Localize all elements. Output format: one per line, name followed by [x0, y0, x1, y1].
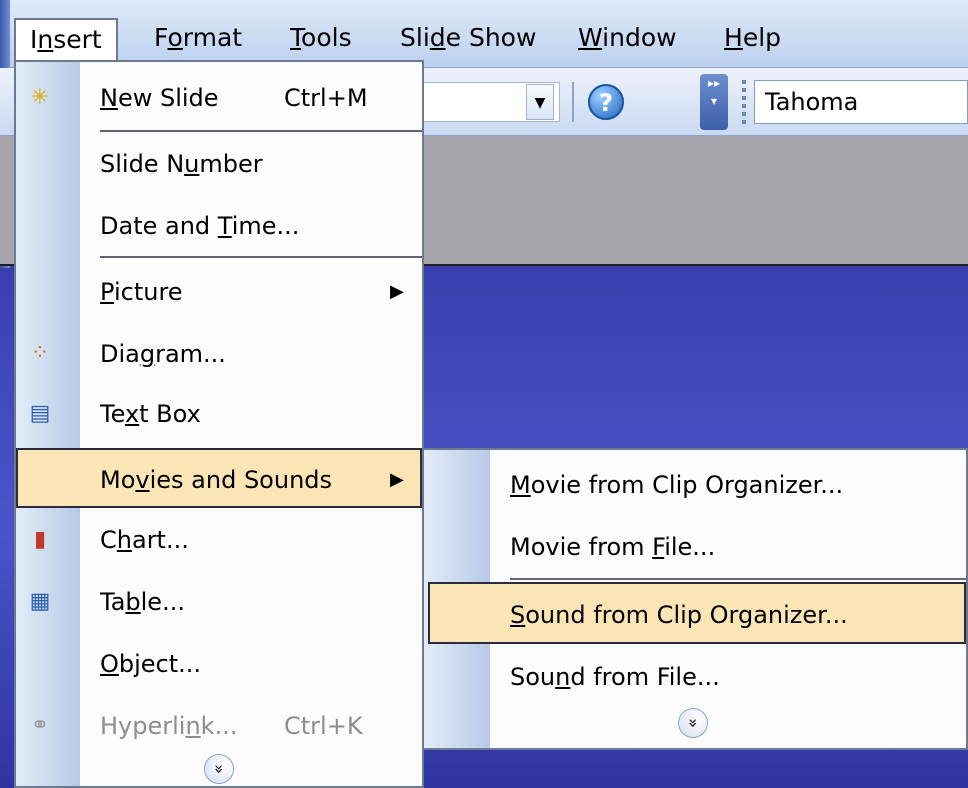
- hyperlink-icon: ⚭: [30, 713, 50, 738]
- menu-item-label: Object...: [100, 650, 202, 678]
- menu-insert[interactable]: Insert: [14, 18, 118, 62]
- submenu-arrow-icon: ▶: [390, 281, 404, 302]
- submenu-item-sound-from-clip-organizer[interactable]: Sound from Clip Organizer...: [428, 582, 966, 644]
- menu-bar: Insert Format Tools Slide Show Window He…: [0, 0, 968, 788]
- submenu-item-movie-from-file[interactable]: Movie from File...: [424, 516, 968, 578]
- menu-window[interactable]: Window: [564, 18, 691, 62]
- menu-item-label: Slide Number: [100, 150, 263, 178]
- menu-item-label: Chart...: [100, 526, 189, 554]
- menu-item-date-and-time[interactable]: Date and Time...: [16, 196, 422, 256]
- menu-item-object[interactable]: Object...: [16, 634, 422, 694]
- menu-item-shortcut: Ctrl+K: [284, 712, 363, 740]
- insert-menu: ✳ New Slide Ctrl+M Slide Number Date and…: [14, 60, 424, 788]
- menu-item-text-box[interactable]: ▤ Text Box: [16, 384, 422, 444]
- menu-tools[interactable]: Tools: [276, 18, 366, 62]
- expand-submenu-icon[interactable]: »: [678, 708, 708, 738]
- font-name-box[interactable]: Tahoma: [754, 80, 968, 124]
- menu-item-label: Movie from Clip Organizer...: [510, 471, 844, 499]
- toolbar-grip-handle[interactable]: [742, 80, 746, 124]
- menu-item-label: Hyperlink...: [100, 712, 238, 740]
- chart-icon: ▮: [33, 527, 47, 552]
- menu-separator: [100, 130, 422, 132]
- menu-item-label: Picture: [100, 278, 183, 306]
- menu-separator: [100, 256, 422, 258]
- menu-item-label: Diagram...: [100, 340, 226, 368]
- menu-format[interactable]: Format: [140, 18, 256, 62]
- menu-item-table[interactable]: ▦ Table...: [16, 572, 422, 632]
- diagram-icon: ⁘: [30, 341, 50, 366]
- menu-item-diagram[interactable]: ⁘ Diagram...: [16, 324, 422, 384]
- menu-item-label: Movie from File...: [510, 533, 716, 561]
- menu-item-label: Sound from File...: [510, 663, 720, 691]
- toolbar-separator: [572, 82, 574, 122]
- menu-item-label: Sound from Clip Organizer...: [510, 601, 848, 629]
- menu-item-hyperlink[interactable]: ⚭ Hyperlink... Ctrl+K: [16, 696, 422, 756]
- submenu-item-sound-from-file[interactable]: Sound from File...: [424, 646, 968, 708]
- toolbar-options-icon[interactable]: ▸▸ ▾: [700, 74, 728, 130]
- menu-item-picture[interactable]: Picture ▶: [16, 262, 422, 322]
- menu-item-label: Table...: [100, 588, 185, 616]
- text-box-icon: ▤: [29, 401, 51, 426]
- table-icon: ▦: [29, 589, 51, 614]
- menu-item-label: Movies and Sounds: [100, 466, 333, 494]
- menu-item-slide-number[interactable]: Slide Number: [16, 134, 422, 194]
- submenu-arrow-icon: ▶: [390, 469, 404, 490]
- menu-item-label: Date and Time...: [100, 212, 300, 240]
- menu-item-chart[interactable]: ▮ Chart...: [16, 510, 422, 570]
- new-slide-icon: ✳: [30, 85, 50, 110]
- menu-slide-show[interactable]: Slide Show: [386, 18, 550, 62]
- menu-item-new-slide[interactable]: ✳ New Slide Ctrl+M: [16, 68, 422, 128]
- menu-item-movies-and-sounds[interactable]: Movies and Sounds ▶: [16, 448, 422, 508]
- combo-dropdown-arrow-icon[interactable]: ▼: [526, 84, 554, 120]
- movies-and-sounds-submenu: Movie from Clip Organizer... Movie from …: [424, 448, 968, 750]
- menu-item-label: Text Box: [100, 400, 201, 428]
- menu-item-label: New Slide: [100, 84, 219, 112]
- menu-item-shortcut: Ctrl+M: [284, 84, 368, 112]
- menu-help[interactable]: Help: [710, 18, 795, 62]
- submenu-item-movie-from-clip-organizer[interactable]: Movie from Clip Organizer...: [424, 454, 968, 516]
- menu-separator: [510, 578, 966, 580]
- expand-menu-icon[interactable]: »: [204, 754, 234, 784]
- help-icon[interactable]: ?: [588, 84, 624, 120]
